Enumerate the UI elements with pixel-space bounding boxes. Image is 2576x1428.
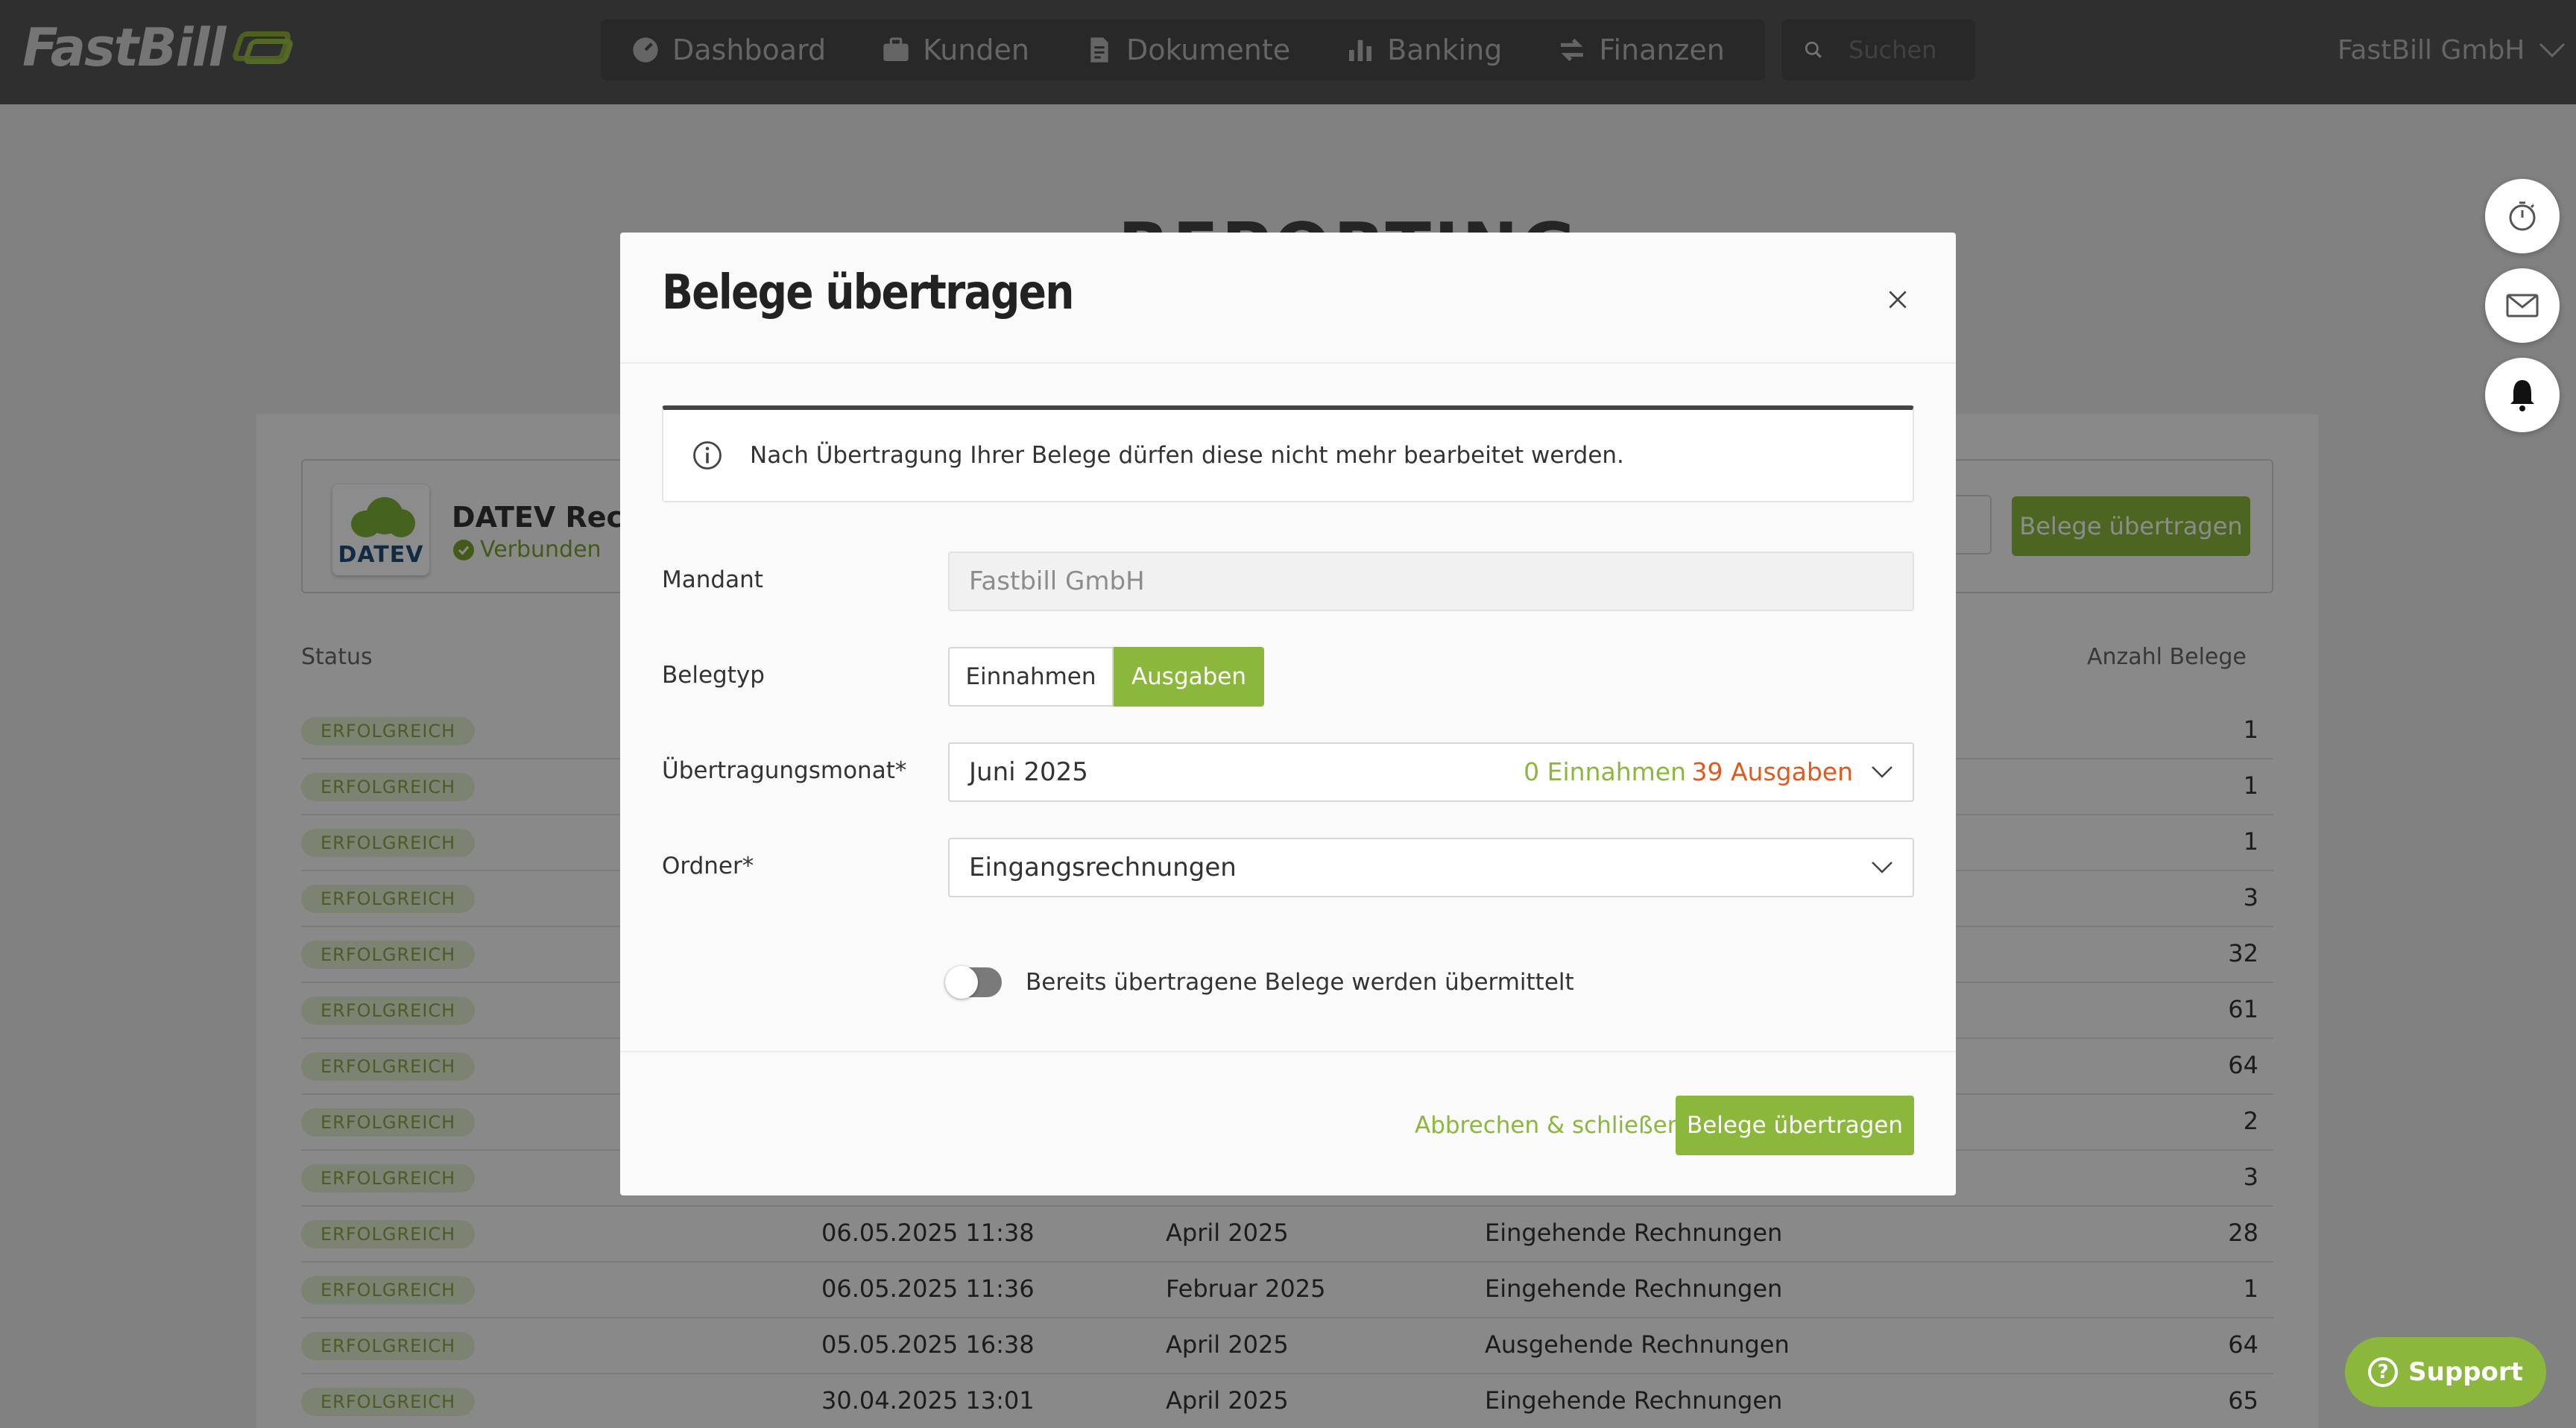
ausgaben-option[interactable]: Ausgaben	[1114, 647, 1264, 707]
belegtyp-label: Belegtyp	[662, 662, 765, 689]
info-icon	[693, 441, 722, 470]
modal-title: Belege übertragen	[662, 265, 1074, 320]
mandant-value: Fastbill GmbH	[969, 566, 1145, 596]
resend-toggle[interactable]	[945, 966, 1002, 999]
cancel-close-link[interactable]: Abbrechen & schließen	[1415, 1112, 1682, 1139]
monat-value: Juni 2025	[969, 757, 1088, 787]
timer-button[interactable]	[2485, 179, 2560, 253]
support-button[interactable]: ? Support	[2345, 1337, 2546, 1407]
submit-transfer-button[interactable]: Belege übertragen	[1676, 1096, 1914, 1155]
stopwatch-icon	[2509, 201, 2536, 231]
help-icon: ?	[2368, 1357, 2399, 1387]
chevron-down-icon	[1872, 766, 1892, 778]
belegtyp-toggle: Einnahmen Ausgaben	[948, 647, 1264, 707]
bell-icon	[2510, 380, 2534, 411]
notifications-button[interactable]	[2485, 358, 2560, 432]
messages-button[interactable]	[2485, 268, 2560, 343]
mandant-label: Mandant	[662, 566, 763, 593]
ordner-select[interactable]: Eingangsrechnungen	[948, 838, 1914, 897]
modal-header: Belege übertragen	[620, 233, 1956, 364]
resend-toggle-label: Bereits übertragene Belege werden übermi…	[1026, 969, 1574, 996]
mandant-field: Fastbill GmbH	[948, 552, 1914, 611]
transfer-modal: Belege übertragen Nach Übertragung Ihrer…	[620, 233, 1956, 1195]
ordner-value: Eingangsrechnungen	[969, 853, 1237, 882]
modal-footer: Abbrechen & schließen Belege übertragen	[620, 1051, 1956, 1195]
resend-toggle-row: Bereits übertragene Belege werden übermi…	[945, 966, 1574, 999]
close-button[interactable]	[1880, 282, 1916, 317]
close-icon	[1889, 291, 1907, 309]
income-count: 0 Einnahmen	[1524, 757, 1686, 786]
expense-count: 39 Ausgaben	[1691, 757, 1854, 786]
einnahmen-option[interactable]: Einnahmen	[948, 647, 1114, 707]
monat-select[interactable]: Juni 2025 0 Einnahmen 39 Ausgaben	[948, 742, 1914, 802]
mail-icon	[2506, 294, 2539, 317]
monat-label: Übertragungsmonat*	[662, 757, 907, 784]
info-text: Nach Übertragung Ihrer Belege dürfen die…	[750, 442, 1624, 469]
support-label: Support	[2408, 1357, 2523, 1387]
ordner-label: Ordner*	[662, 853, 754, 879]
info-notice: Nach Übertragung Ihrer Belege dürfen die…	[662, 405, 1914, 502]
chevron-down-icon	[1872, 862, 1892, 873]
